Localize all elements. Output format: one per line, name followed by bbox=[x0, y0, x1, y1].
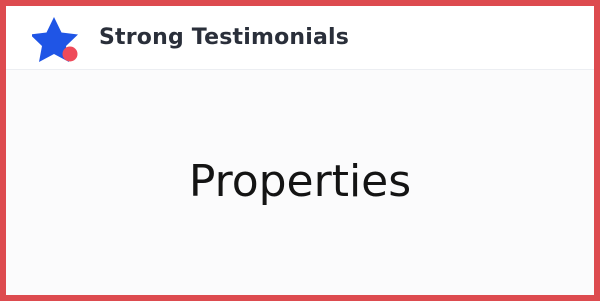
top-bar: Strong Testimonials bbox=[6, 6, 594, 70]
brand-name[interactable]: Strong Testimonials bbox=[99, 24, 349, 52]
content-area: Properties bbox=[6, 70, 594, 295]
page-title: Properties bbox=[188, 156, 412, 207]
app-frame: Strong Testimonials Properties bbox=[0, 0, 600, 301]
star-logo-icon[interactable] bbox=[30, 15, 86, 65]
